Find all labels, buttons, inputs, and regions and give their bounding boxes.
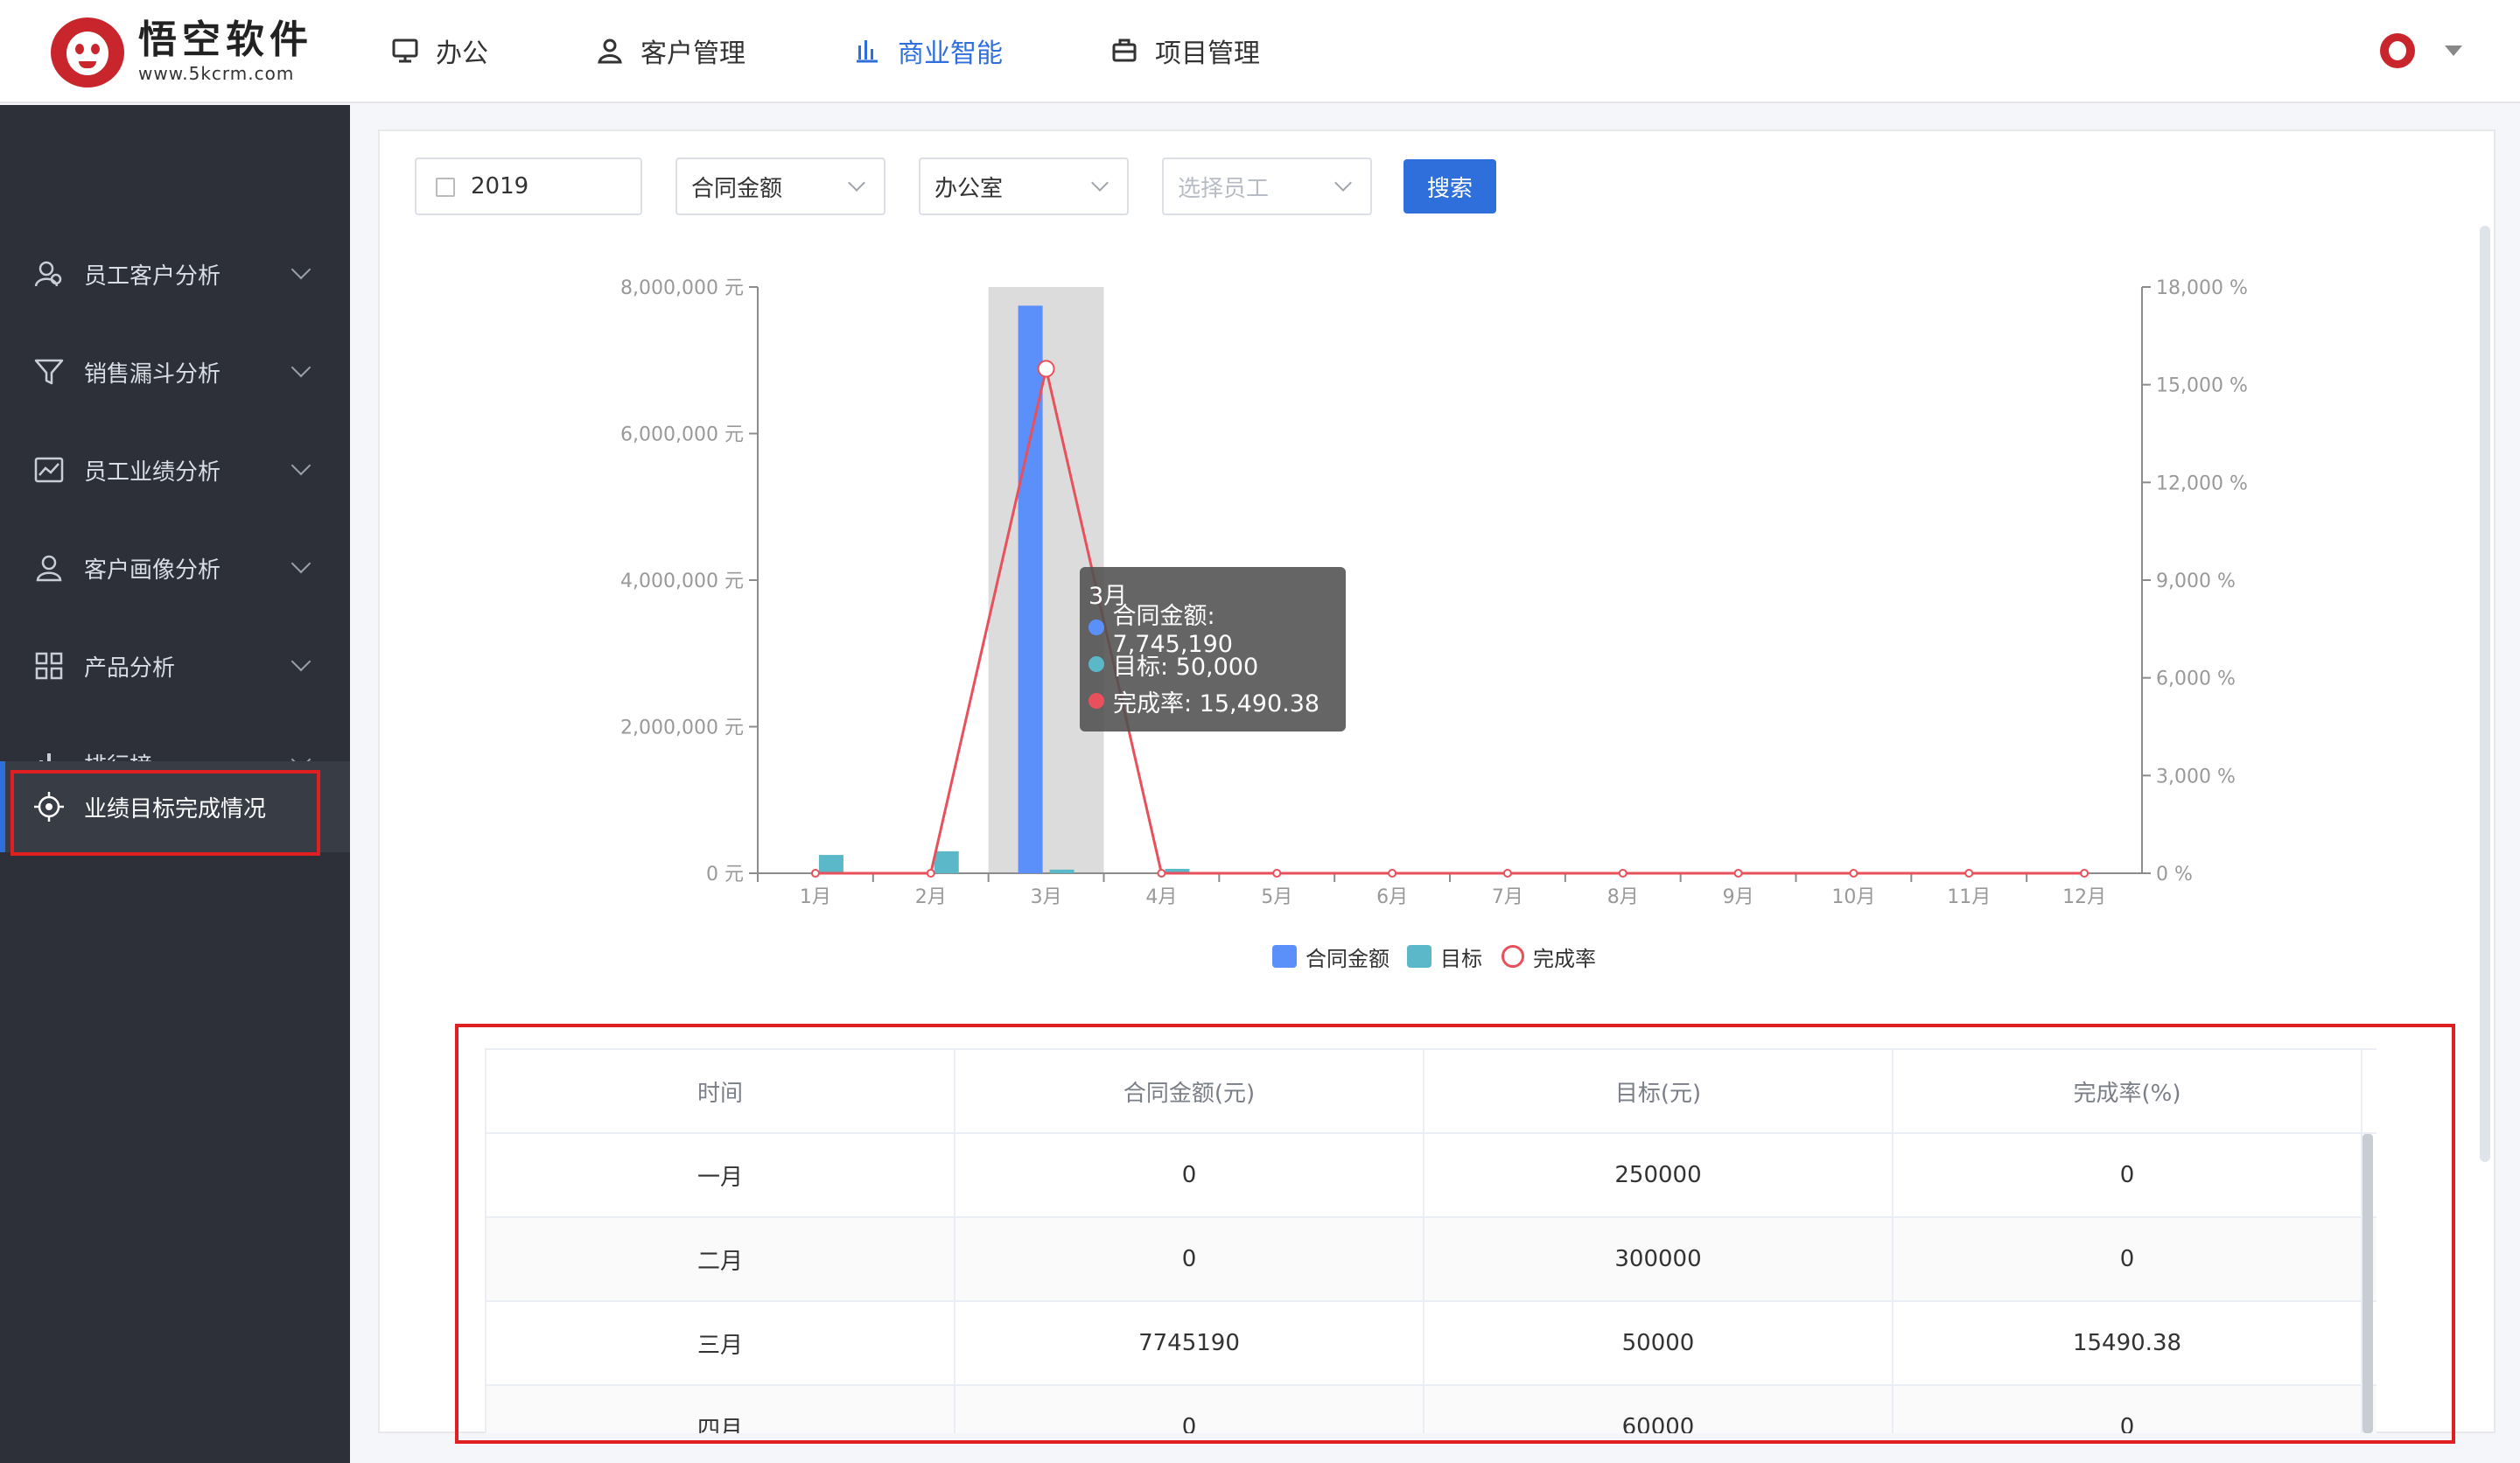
y-right-tick-label: 9,000 % <box>2156 570 2236 592</box>
table-cell: 0 <box>956 1134 1424 1216</box>
x-tick-label: 1月 <box>800 886 831 908</box>
rate-point <box>1733 869 1743 878</box>
legend-label: 目标 <box>1440 946 1482 971</box>
x-tick-label: 4月 <box>1145 886 1177 908</box>
table-scrollbar[interactable] <box>2362 1134 2373 1433</box>
legend-label: 完成率 <box>1533 946 1596 971</box>
dot-icon <box>1088 656 1104 672</box>
legend-rate[interactable]: 完成率 <box>1502 942 1596 971</box>
y-right-tick-label: 0 % <box>2156 864 2193 886</box>
table-cell: 0 <box>1894 1218 2362 1300</box>
rate-point <box>1272 869 1282 878</box>
tooltip-rate: 完成率: 15,490.38 <box>1113 690 1320 718</box>
x-tick-label: 6月 <box>1376 886 1408 908</box>
x-tick-label: 9月 <box>1723 886 1754 908</box>
legend-label: 合同金额 <box>1306 946 1390 971</box>
header-cell[interactable]: 时间 <box>486 1050 956 1132</box>
table-cell: 60000 <box>1424 1386 1894 1433</box>
table-row: 三月 7745190 50000 15490.38 <box>486 1302 2376 1386</box>
legend-amount[interactable]: 合同金额 <box>1272 942 1390 971</box>
x-tick-label: 7月 <box>1492 886 1523 908</box>
header-cell[interactable]: 目标(元) <box>1424 1050 1894 1132</box>
table-cell: 250000 <box>1424 1134 1894 1216</box>
bar-target <box>818 855 844 873</box>
y-left-tick-label: 6,000,000 元 <box>620 424 744 446</box>
header-cell[interactable]: 完成率(%) <box>1894 1050 2362 1132</box>
tooltip-target: 目标: 50,000 <box>1113 653 1259 681</box>
legend-swatch <box>1502 945 1524 968</box>
rate-point <box>2080 869 2090 878</box>
y-right-tick-label: 3,000 % <box>2156 766 2236 788</box>
rate-point <box>1502 869 1512 878</box>
table-cell: 0 <box>1894 1134 2362 1216</box>
table-cell: 50000 <box>1424 1302 1894 1384</box>
y-left-tick-label: 4,000,000 元 <box>620 570 744 592</box>
table-cell: 0 <box>956 1386 1424 1433</box>
bar-target <box>1049 869 1074 873</box>
data-table: 时间 合同金额(元) 目标(元) 完成率(%) 一月 0 250000 0 二月… <box>485 1048 2376 1433</box>
table-cell: 三月 <box>486 1302 956 1384</box>
tooltip-row-amount: 合同金额: 7,745,190 <box>1088 603 1337 658</box>
x-tick-label: 2月 <box>915 886 947 908</box>
y-left-tick-label: 2,000,000 元 <box>620 718 744 739</box>
legend-target[interactable]: 目标 <box>1407 942 1482 971</box>
y-left-tick-label: 0 元 <box>706 864 744 886</box>
x-tick-label: 12月 <box>2062 886 2106 908</box>
legend-swatch <box>1272 945 1297 968</box>
table-cell: 二月 <box>486 1218 956 1300</box>
table-cell: 7745190 <box>956 1302 1424 1384</box>
table-row: 二月 0 300000 0 <box>486 1218 2376 1302</box>
rate-point <box>1157 869 1166 878</box>
bar-amount <box>1018 305 1043 873</box>
table-cell: 四月 <box>486 1386 956 1433</box>
legend-swatch <box>1407 945 1432 968</box>
table-header-row: 时间 合同金额(元) 目标(元) 完成率(%) <box>486 1050 2376 1134</box>
table-cell: 0 <box>956 1218 1424 1300</box>
rate-point <box>1849 869 1858 878</box>
rate-point <box>1618 869 1628 878</box>
x-tick-label: 8月 <box>1607 886 1639 908</box>
dot-icon <box>1088 620 1104 635</box>
table-cell: 15490.38 <box>1894 1302 2362 1384</box>
y-right-tick-label: 12,000 % <box>2156 472 2248 494</box>
table-cell: 0 <box>1894 1386 2362 1433</box>
bar-target <box>934 850 959 873</box>
table-row: 一月 0 250000 0 <box>486 1134 2376 1218</box>
x-tick-label: 11月 <box>1947 886 1991 908</box>
tooltip-row-rate: 完成率: 15,490.38 <box>1088 682 1337 719</box>
rate-point <box>1388 869 1397 878</box>
table-cell: 一月 <box>486 1134 956 1216</box>
header-cell[interactable]: 合同金额(元) <box>956 1050 1424 1132</box>
table-row: 四月 0 60000 0 <box>486 1386 2376 1433</box>
y-left-tick-label: 8,000,000 元 <box>620 277 744 299</box>
y-right-tick-label: 6,000 % <box>2156 668 2236 690</box>
rate-point <box>1037 360 1055 378</box>
x-tick-label: 10月 <box>1831 886 1875 908</box>
y-right-tick-label: 15,000 % <box>2156 375 2248 397</box>
rate-point <box>810 869 820 878</box>
rate-point <box>926 869 935 878</box>
dot-icon <box>1088 693 1104 709</box>
y-right-tick-label: 18,000 % <box>2156 277 2248 299</box>
rate-point <box>1964 869 1974 878</box>
x-tick-label: 5月 <box>1261 886 1292 908</box>
chart-tooltip: 3月 合同金额: 7,745,190 目标: 50,000 完成率: 15,49… <box>1080 567 1346 732</box>
x-tick-label: 3月 <box>1031 886 1062 908</box>
table-cell: 300000 <box>1424 1218 1894 1300</box>
